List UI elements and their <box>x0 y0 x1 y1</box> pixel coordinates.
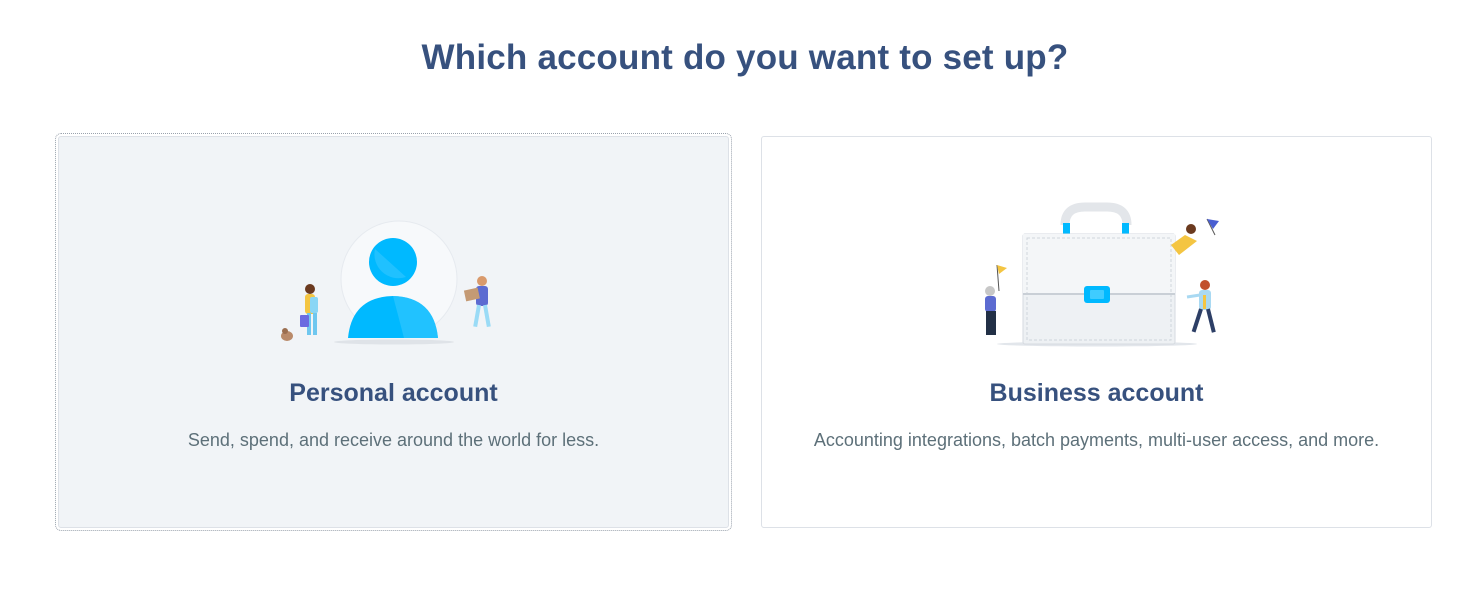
personal-account-illustration <box>59 197 728 357</box>
personal-account-description: Send, spend, and receive around the worl… <box>187 430 600 450</box>
man-with-box-figure <box>463 276 491 328</box>
business-account-description: Accounting integrations, batch payments,… <box>813 430 1380 450</box>
business-account-card[interactable]: Business account Accounting integrations… <box>761 136 1432 528</box>
business-account-title: Business account <box>989 379 1204 407</box>
walking-man-figure <box>1186 280 1216 333</box>
personal-account-title: Personal account <box>289 379 498 407</box>
briefcase-icon <box>984 202 1219 347</box>
page-title: Which account do you want to set up? <box>421 38 1069 77</box>
business-account-illustration <box>762 197 1431 357</box>
woman-with-flag-figure <box>984 264 1007 335</box>
dog-figure <box>280 328 293 341</box>
peeking-person-figure <box>1170 218 1219 255</box>
person-avatar-icon <box>280 220 491 345</box>
woman-figure <box>299 284 318 335</box>
personal-account-card[interactable]: Personal account Send, spend, and receiv… <box>55 133 732 531</box>
